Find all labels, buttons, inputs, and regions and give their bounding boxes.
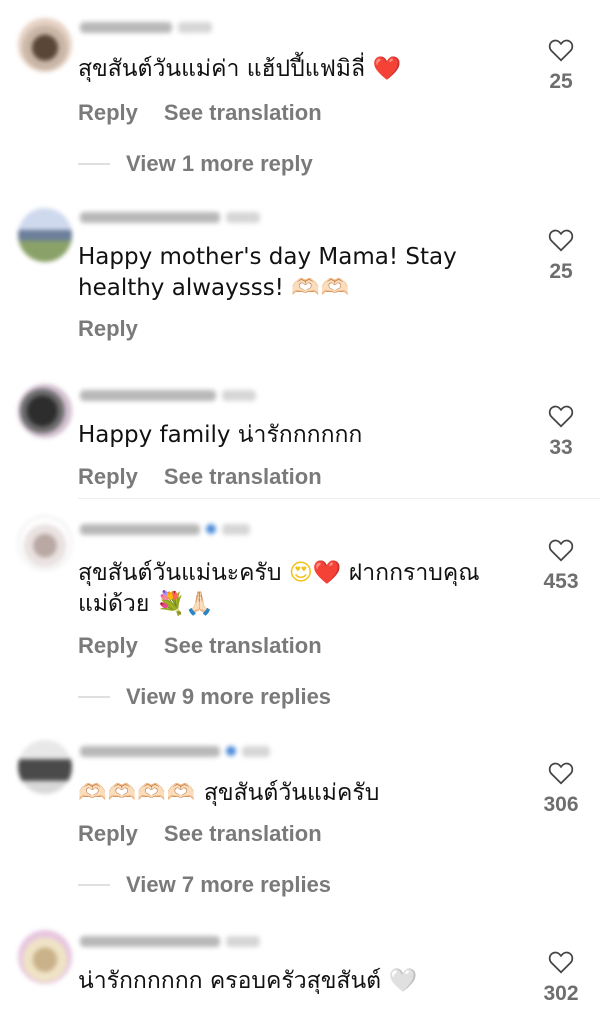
reply-button[interactable]: Reply — [78, 464, 138, 490]
bouquet-prayer-emoji: 💐🙏🏻 — [156, 591, 214, 617]
username-redacted[interactable] — [80, 744, 280, 758]
username-redacted[interactable] — [80, 20, 280, 34]
heart-eyes-emoji: 😍❤️ — [288, 560, 342, 586]
like-count: 453 — [543, 570, 579, 593]
reply-line — [78, 884, 110, 886]
like-count: 306 — [543, 793, 579, 816]
reply-button[interactable]: Reply — [78, 100, 138, 126]
see-translation-button[interactable]: See translation — [164, 100, 322, 126]
like-button[interactable]: 25 — [538, 38, 584, 94]
white-heart-emoji: 🤍 — [388, 968, 418, 994]
reply-line — [78, 163, 110, 165]
username-redacted[interactable] — [80, 210, 280, 224]
like-count: 33 — [549, 436, 573, 459]
like-button[interactable]: 33 — [538, 404, 584, 460]
username-redacted[interactable] — [80, 934, 280, 948]
heart-hands-emoji: 🫶🏻🫶🏻🫶🏻🫶🏻 — [78, 780, 197, 806]
heart-outline-icon[interactable] — [548, 228, 574, 252]
heart-outline-icon[interactable] — [548, 950, 574, 974]
see-translation-button[interactable]: See translation — [164, 633, 322, 659]
see-translation-button[interactable]: See translation — [164, 821, 322, 847]
comment-text: สุขสันต์วันแม่นะครับ 😍❤️ ฝากกราบคุณแม่ด้… — [78, 560, 480, 617]
comment-text: สุขสันต์วันแม่ค่า แฮ้ปปี้แฟมิลี่ ❤️ — [78, 56, 402, 82]
view-more-replies[interactable]: View 7 more replies — [78, 872, 331, 898]
avatar[interactable] — [18, 208, 72, 262]
avatar[interactable] — [18, 384, 72, 438]
comment-text: น่ารักกกกกก ครอบครัวสุขสันต์ 🤍 — [78, 968, 418, 994]
view-more-replies[interactable]: View 9 more replies — [78, 684, 331, 710]
like-button[interactable]: 25 — [538, 228, 584, 284]
like-count: 302 — [543, 982, 579, 1005]
reply-button[interactable]: Reply — [78, 316, 138, 342]
view-more-replies[interactable]: View 1 more reply — [78, 151, 313, 177]
avatar[interactable] — [18, 516, 72, 570]
like-button[interactable]: 302 — [538, 950, 584, 1006]
view-more-label[interactable]: View 9 more replies — [126, 684, 331, 710]
comment-text: 🫶🏻🫶🏻🫶🏻🫶🏻 สุขสันต์วันแม่ครับ — [78, 780, 380, 806]
divider — [78, 498, 600, 499]
like-count: 25 — [549, 70, 573, 93]
reply-button[interactable]: Reply — [78, 821, 138, 847]
heart-outline-icon[interactable] — [548, 38, 574, 62]
like-button[interactable]: 306 — [538, 761, 584, 817]
heart-outline-icon[interactable] — [548, 761, 574, 785]
username-redacted[interactable] — [80, 522, 280, 536]
heart-outline-icon[interactable] — [548, 538, 574, 562]
heart-outline-icon[interactable] — [548, 404, 574, 428]
avatar[interactable] — [18, 930, 72, 984]
reply-button[interactable]: Reply — [78, 633, 138, 659]
avatar[interactable] — [18, 18, 72, 72]
heart-emoji: ❤️ — [372, 56, 402, 82]
comment-text: Happy family น่ารักกกกกก — [78, 422, 363, 448]
like-button[interactable]: 453 — [538, 538, 584, 594]
heart-hands-emoji: 🫶🏻🫶🏻 — [291, 275, 351, 301]
reply-line — [78, 696, 110, 698]
username-redacted[interactable] — [80, 388, 280, 402]
avatar[interactable] — [18, 740, 72, 794]
view-more-label[interactable]: View 7 more replies — [126, 872, 331, 898]
see-translation-button[interactable]: See translation — [164, 464, 322, 490]
comment-text: Happy mother's day Mama! Stay healthy al… — [78, 244, 457, 301]
view-more-label[interactable]: View 1 more reply — [126, 151, 313, 177]
like-count: 25 — [549, 260, 573, 283]
